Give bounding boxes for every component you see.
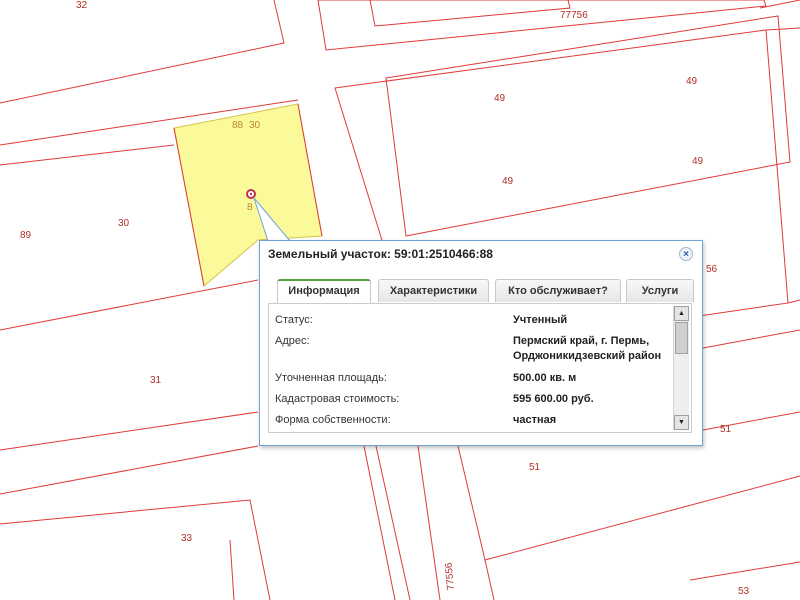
parcel-info-popup: Земельный участок: 59:01:2510466:88 × Ин… bbox=[259, 240, 703, 446]
parcel-label: 31 bbox=[150, 375, 162, 386]
parcel-boundary bbox=[457, 445, 800, 561]
selected-parcel-label: 88 bbox=[232, 120, 244, 131]
parcel-boundary bbox=[385, 15, 791, 237]
parcel-boundary bbox=[229, 539, 235, 600]
parcel-boundary bbox=[363, 445, 396, 600]
vertical-scrollbar[interactable]: ▲ ▼ bbox=[673, 306, 689, 430]
field-label-ownership: Форма собственности: bbox=[275, 414, 391, 426]
parcel-boundary bbox=[0, 411, 259, 451]
parcel-label: 30 bbox=[118, 218, 130, 229]
popup-title: Земельный участок: 59:01:2510466:88 bbox=[268, 247, 493, 261]
field-value-area: 500.00 кв. м bbox=[513, 372, 577, 384]
tab-characteristics[interactable]: Характеристики bbox=[378, 279, 489, 302]
tab-who-serves[interactable]: Кто обслуживает? bbox=[495, 279, 621, 302]
parcel-label: 49 bbox=[692, 156, 704, 167]
parcel-boundary bbox=[375, 445, 411, 600]
parcel-boundary bbox=[759, 0, 800, 9]
parcel-label: 51 bbox=[720, 424, 732, 435]
parcel-boundary bbox=[0, 445, 259, 495]
parcel-label: 49 bbox=[686, 76, 698, 87]
street-label: 77556 bbox=[444, 562, 457, 591]
selected-parcel-label: 30 bbox=[249, 120, 261, 131]
scrollbar-thumb[interactable] bbox=[675, 322, 688, 354]
parcel-boundary bbox=[702, 411, 800, 431]
parcel-boundary bbox=[0, 279, 259, 331]
parcel-boundary bbox=[787, 299, 800, 304]
parcel-boundary bbox=[484, 559, 495, 600]
parcel-boundary bbox=[0, 144, 175, 166]
parcel-boundary bbox=[765, 27, 800, 31]
parcel-label: 77756 bbox=[560, 10, 588, 21]
scroll-down-button[interactable]: ▼ bbox=[674, 415, 689, 430]
field-label-cadastral-value: Кадастровая стоимость: bbox=[275, 393, 400, 405]
info-panel: Статус: Учтенный Адрес: Пермский край, г… bbox=[268, 303, 692, 433]
parcel-boundary bbox=[417, 445, 441, 600]
parcel-boundary bbox=[702, 329, 800, 349]
parcel-boundary bbox=[0, 499, 271, 600]
parcel-label: 49 bbox=[494, 93, 506, 104]
parcel-label: 56 bbox=[706, 264, 718, 275]
tab-information[interactable]: Информация bbox=[277, 279, 371, 303]
field-value-address-line2: Орджоникидзевский район bbox=[513, 350, 662, 362]
selected-parcel-label: 8 bbox=[247, 202, 253, 213]
field-value-status: Учтенный bbox=[513, 314, 568, 326]
field-label-address: Адрес: bbox=[275, 335, 310, 347]
parcel-label: 49 bbox=[502, 176, 514, 187]
parcel-boundary bbox=[369, 0, 571, 27]
scroll-up-button[interactable]: ▲ bbox=[674, 306, 689, 321]
parcel-boundary bbox=[689, 561, 800, 581]
parcel-label: 89 bbox=[20, 230, 32, 241]
tab-services[interactable]: Услуги bbox=[626, 279, 694, 302]
parcel-label: 32 bbox=[76, 0, 88, 11]
field-value-ownership: частная bbox=[513, 414, 557, 426]
parcel-label: 51 bbox=[529, 462, 541, 473]
parcel-label: 53 bbox=[738, 586, 750, 597]
close-icon[interactable]: × bbox=[679, 247, 693, 261]
field-value-cadastral-value: 595 600.00 руб. bbox=[513, 393, 594, 405]
parcel-boundary bbox=[0, 0, 285, 104]
field-value-address-line1: Пермский край, г. Пермь, bbox=[513, 335, 650, 347]
field-label-status: Статус: bbox=[275, 314, 313, 326]
parcel-label: 33 bbox=[181, 533, 193, 544]
field-label-area: Уточненная площадь: bbox=[275, 372, 387, 384]
